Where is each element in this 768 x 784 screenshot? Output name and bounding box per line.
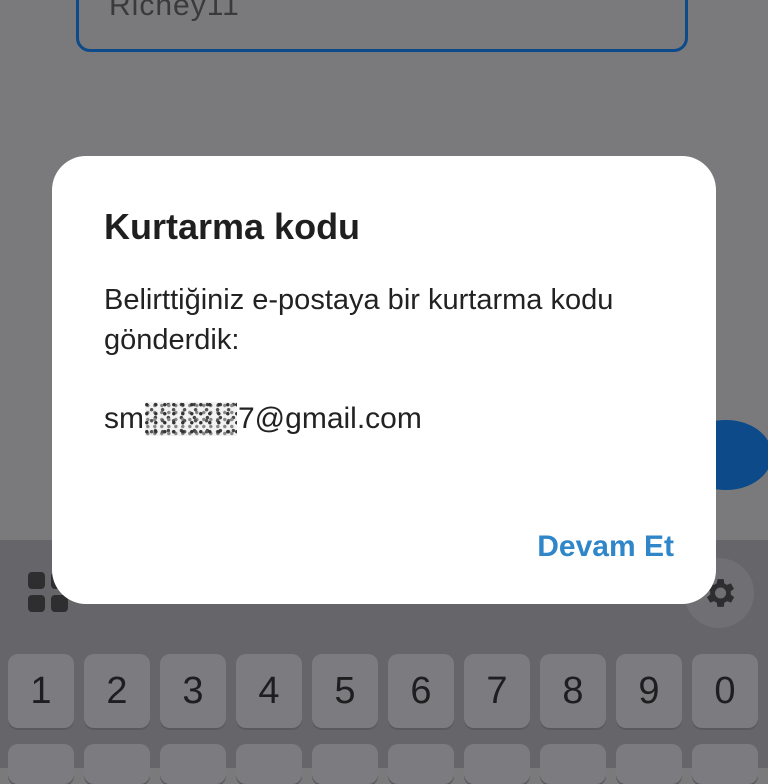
redacted-email-segment	[145, 402, 237, 436]
email-prefix: sm	[104, 402, 144, 435]
dialog-title: Kurtarma kodu	[104, 206, 361, 247]
continue-button[interactable]: Devam Et	[537, 526, 674, 568]
recovery-code-dialog: Kurtarma kodu Belirttiğiniz e-postaya bi…	[52, 156, 716, 604]
masked-email: sm 7@gmail.com	[104, 402, 422, 436]
email-suffix: 7@gmail.com	[238, 402, 422, 435]
dialog-message: Belirttiğiniz e-postaya bir kurtarma kod…	[104, 284, 614, 356]
